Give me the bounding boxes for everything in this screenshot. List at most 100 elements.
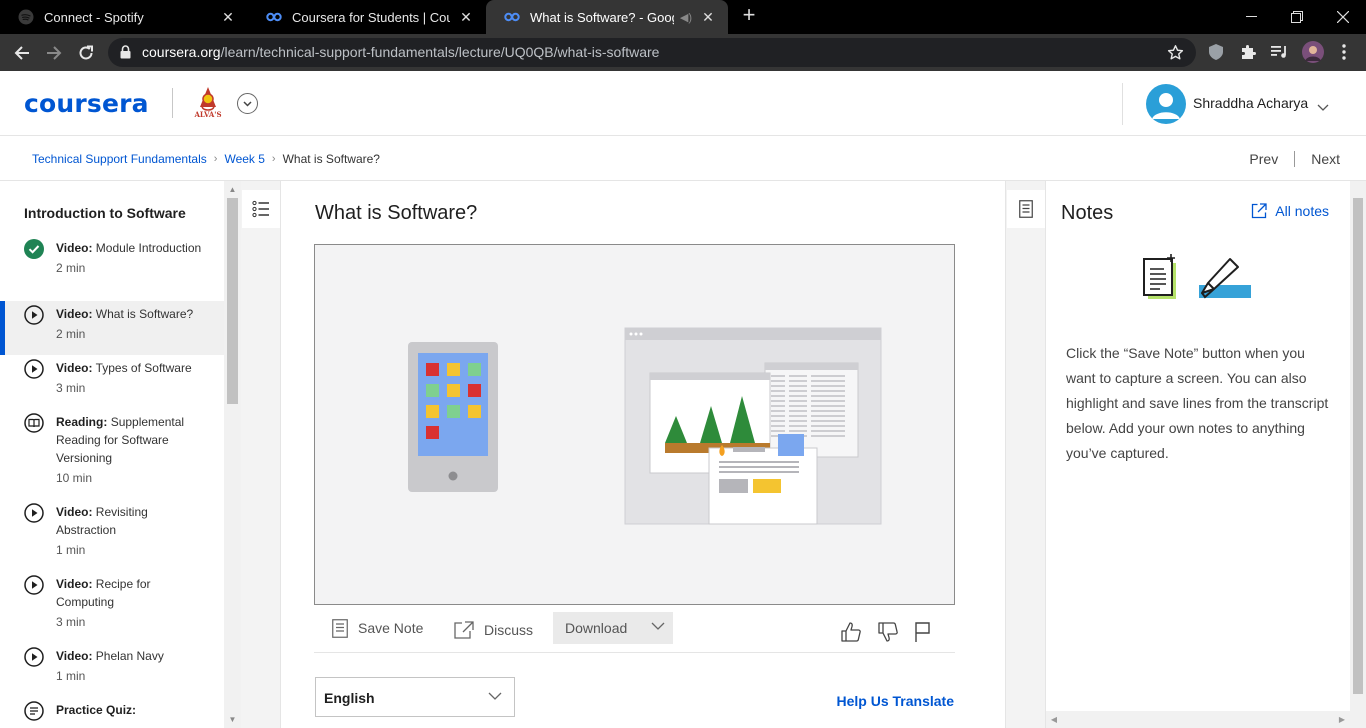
breadcrumb-week[interactable]: Week 5 <box>224 152 264 166</box>
reload-icon[interactable] <box>73 40 99 66</box>
lecture-pager: Prev Next <box>1249 151 1340 167</box>
notes-toggle-button[interactable] <box>1007 190 1045 228</box>
close-tab-icon[interactable]: ✕ <box>220 9 236 25</box>
sidebar-item-phelan-navy[interactable]: Video: Phelan Navy 1 min <box>0 643 224 695</box>
save-note-label: Save Note <box>358 620 424 636</box>
close-tab-icon[interactable]: ✕ <box>458 9 474 25</box>
scrollbar-thumb[interactable] <box>1353 198 1363 694</box>
notes-horizontal-scrollbar[interactable]: ◀ ▶ <box>1046 711 1366 728</box>
help-us-translate-link[interactable]: Help Us Translate <box>837 693 955 709</box>
profile-avatar-icon[interactable] <box>1302 41 1324 63</box>
lecture-actions: Save Note Discuss Download <box>314 611 955 653</box>
lecture-main: What is Software? Save Note Discuss Down… <box>282 181 1005 728</box>
browser-menu-icon[interactable] <box>1334 42 1354 62</box>
browser-toolbar: coursera.org/learn/technical-support-fun… <box>0 34 1366 71</box>
outline-toggle-button[interactable] <box>242 190 280 228</box>
tab-title: What is Software? - Google | <box>530 9 674 25</box>
discuss-button[interactable]: Discuss <box>454 613 533 647</box>
extensions-puzzle-icon[interactable] <box>1238 42 1258 62</box>
scrollbar-thumb[interactable] <box>227 198 238 404</box>
breadcrumb-course[interactable]: Technical Support Fundamentals <box>32 152 207 166</box>
sidebar-item-module-introduction[interactable]: Video: Module Introduction 2 min <box>0 235 224 299</box>
all-notes-link[interactable]: All notes <box>1251 203 1329 219</box>
language-select[interactable]: English <box>315 677 515 717</box>
alvas-logo-icon[interactable]: ALVA'S <box>192 85 224 121</box>
lock-icon[interactable] <box>120 45 131 64</box>
scroll-right-icon[interactable]: ▶ <box>1334 711 1350 728</box>
module-sidebar: Introduction to Software Video: Module I… <box>0 181 224 728</box>
discuss-label: Discuss <box>484 622 534 638</box>
notes-toggle-strip <box>1005 181 1046 728</box>
chevron-down-icon[interactable] <box>1317 98 1329 116</box>
external-link-icon <box>454 621 474 639</box>
user-avatar-icon <box>1152 93 1180 119</box>
coursera-logo[interactable]: coursera <box>24 89 149 118</box>
new-tab-button[interactable]: + <box>738 4 760 27</box>
breadcrumb-current: What is Software? <box>282 152 380 166</box>
scroll-down-icon[interactable]: ▼ <box>224 711 241 728</box>
header-divider <box>172 88 173 118</box>
sidebar-item-recipe-for-computing[interactable]: Video: Recipe for Computing 3 min <box>0 571 224 641</box>
video-player[interactable] <box>314 244 955 605</box>
language-value: English <box>324 690 375 706</box>
thumbs-down-icon[interactable] <box>877 621 899 643</box>
user-name[interactable]: Shraddha Acharya <box>1193 95 1308 111</box>
sidebar-item-revisiting-abstraction[interactable]: Video: Revisiting Abstraction 1 min <box>0 499 224 569</box>
note-icon <box>1019 200 1033 218</box>
coursera-favicon-icon <box>266 9 282 25</box>
site-header: coursera ALVA'S Shraddha Acharya <box>0 71 1366 136</box>
speaker-icon[interactable]: ◀) <box>680 11 692 24</box>
save-note-button[interactable]: Save Note <box>332 611 423 645</box>
back-icon[interactable] <box>9 40 35 66</box>
sidebar-item-supplemental-reading[interactable]: Reading: Supplemental Reading for Softwa… <box>0 409 224 497</box>
tab-what-is-software[interactable]: What is Software? - Google | ◀) ✕ <box>486 0 728 34</box>
tab-spotify[interactable]: Connect - Spotify ✕ <box>0 0 248 34</box>
close-window-button[interactable] <box>1320 0 1366 34</box>
forward-icon[interactable] <box>41 40 67 66</box>
quiz-icon <box>24 701 44 721</box>
chevron-right-icon: › <box>213 153 218 165</box>
chevron-down-icon <box>651 622 665 630</box>
org-name: ALVA'S <box>194 110 222 119</box>
next-button[interactable]: Next <box>1311 151 1340 167</box>
phone-illustration <box>408 342 498 492</box>
sidebar-item-text: Video: Types of Software 3 min <box>56 361 192 395</box>
note-icon <box>332 618 348 638</box>
scroll-left-icon[interactable]: ◀ <box>1046 711 1062 728</box>
user-avatar[interactable] <box>1146 84 1186 124</box>
spotify-icon <box>18 9 34 25</box>
play-circle-icon <box>24 305 44 325</box>
download-dropdown[interactable]: Download <box>553 612 673 644</box>
list-icon <box>252 200 269 218</box>
chevron-right-icon: › <box>271 153 276 165</box>
play-circle-icon <box>24 575 44 595</box>
download-label: Download <box>565 620 628 636</box>
sidebar-item-practice-quiz[interactable]: Practice Quiz: <box>0 697 224 728</box>
minimize-button[interactable] <box>1228 0 1274 34</box>
lecture-title: What is Software? <box>315 202 478 224</box>
notes-illustration-icon <box>1143 254 1251 299</box>
prev-button[interactable]: Prev <box>1249 151 1278 167</box>
bookmark-star-icon[interactable] <box>1167 44 1184 66</box>
sidebar-item-text: Video: Phelan Navy 1 min <box>56 649 164 683</box>
address-bar[interactable]: coursera.org/learn/technical-support-fun… <box>108 38 1196 67</box>
video-frame-illustration <box>315 245 954 604</box>
org-switch-dropdown[interactable] <box>237 93 258 114</box>
sidebar-item-types-of-software[interactable]: Video: Types of Software 3 min <box>0 355 224 407</box>
shield-extension-icon[interactable] <box>1206 42 1226 62</box>
sidebar-item-text: Video: Module Introduction 2 min <box>56 241 202 275</box>
outline-toggle-strip <box>241 181 281 728</box>
tab-coursera-students[interactable]: Coursera for Students | Coursera ✕ <box>248 0 486 34</box>
restore-button[interactable] <box>1274 0 1320 34</box>
play-circle-icon <box>24 647 44 667</box>
notes-scrollbar[interactable] <box>1350 181 1366 711</box>
thumbs-up-icon[interactable] <box>840 621 862 643</box>
module-title: Introduction to Software <box>24 205 186 221</box>
scroll-up-icon[interactable]: ▲ <box>224 181 241 198</box>
flag-icon[interactable] <box>912 621 934 643</box>
media-control-icon[interactable] <box>1270 42 1290 62</box>
sidebar-scrollbar[interactable]: ▲ ▼ <box>224 181 241 728</box>
tab-title: Connect - Spotify <box>44 9 144 25</box>
sidebar-item-what-is-software[interactable]: Video: What is Software? 2 min <box>0 301 224 355</box>
close-tab-icon[interactable]: ✕ <box>700 9 716 25</box>
